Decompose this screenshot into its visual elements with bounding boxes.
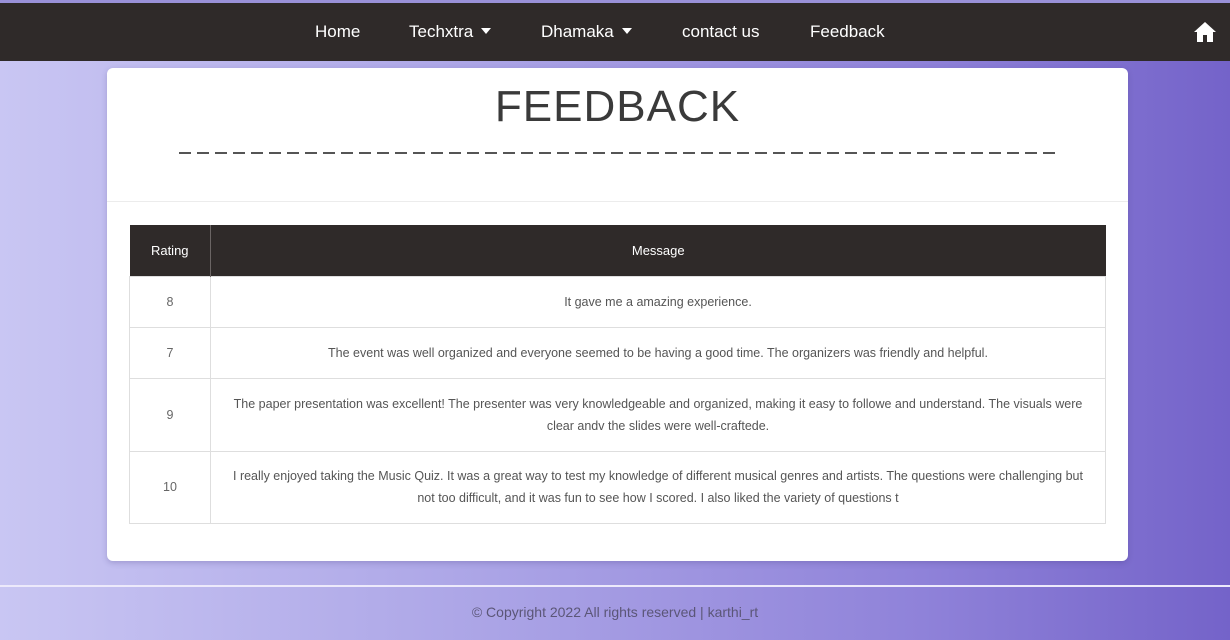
footer-copyright: © Copyright 2022 All rights reserved | k… [471,604,759,620]
nav-item-dhamaka[interactable]: Dhamaka [541,3,632,61]
nav-item-techxtra[interactable]: Techxtra [409,3,492,61]
rating-cell: 7 [129,326,211,379]
message-cell: The event was well organized and everyon… [210,326,1106,379]
nav-item-home[interactable]: Home [315,3,360,61]
table-header: Rating Message [129,225,1106,276]
column-header-rating: Rating [129,225,211,276]
feedback-table: Rating Message 8 It gave me a amazing ex… [129,225,1106,524]
column-header-message: Message [210,225,1106,276]
message-cell: It gave me a amazing experience. [210,275,1106,328]
message-cell: I really enjoyed taking the Music Quiz. … [210,450,1106,524]
rating-cell: 8 [129,275,211,328]
nav-menu: Home Techxtra Dhamaka contact us Feedbac… [0,3,1230,61]
page-title: FEEDBACK [494,82,741,131]
title-dashed-divider [179,152,1057,154]
card-divider [107,201,1128,202]
nav-item-label: Feedback [810,22,885,41]
message-cell: The paper presentation was excellent! Th… [210,377,1106,452]
caret-down-icon [621,28,632,34]
table-row: 9 The paper presentation was excellent! … [129,377,1106,452]
table-row: 8 It gave me a amazing experience. [129,275,1106,328]
footer-divider [0,585,1230,587]
nav-item-label: contact us [682,22,760,41]
nav-item-feedback[interactable]: Feedback [810,3,885,61]
table-row: 7 The event was well organized and every… [129,326,1106,379]
feedback-card: FEEDBACK Rating Message 8 It gave me a a… [107,68,1128,561]
navbar: Home Techxtra Dhamaka contact us Feedbac… [0,3,1230,61]
rating-cell: 9 [129,377,211,452]
rating-cell: 10 [129,450,211,524]
table-row: 10 I really enjoyed taking the Music Qui… [129,450,1106,524]
nav-item-label: Home [315,22,361,41]
nav-item-label: Techxtra [409,22,474,41]
home-icon[interactable] [1193,21,1217,43]
nav-item-label: Dhamaka [541,22,614,41]
nav-item-contact-us[interactable]: contact us [682,3,760,61]
caret-down-icon [481,28,492,34]
